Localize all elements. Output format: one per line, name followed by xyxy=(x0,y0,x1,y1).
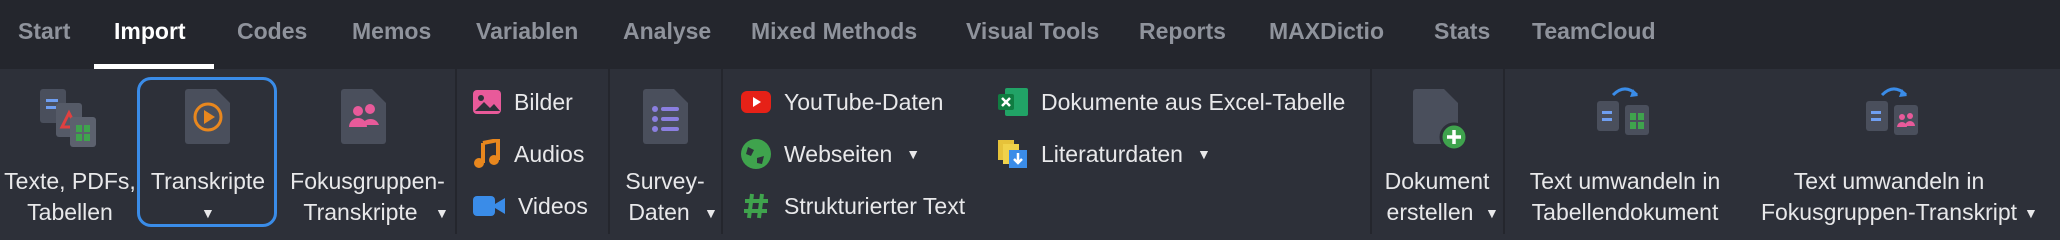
tab-variablen[interactable]: Variablen xyxy=(476,18,578,45)
tab-maxdictio[interactable]: MAXDictio xyxy=(1269,18,1384,45)
group-separator xyxy=(455,69,457,234)
dokument-label-line2: erstellen xyxy=(1386,199,1474,225)
focus-group-icon xyxy=(341,89,386,144)
audios-label: Audios xyxy=(514,140,585,167)
convert-to-table-icon xyxy=(1597,87,1649,135)
strukturiert-label: Strukturierter Text xyxy=(784,192,966,219)
tab-start[interactable]: Start xyxy=(18,18,70,45)
import-fokusgruppen-button[interactable]: Fokusgruppen- Transkripte ▼ xyxy=(280,69,455,234)
dokument-label-line1: Dokument xyxy=(1384,168,1490,194)
import-webseiten-button[interactable]: Webseiten ▼ xyxy=(740,134,920,174)
fokus-label-line1: Fokusgruppen- xyxy=(290,168,445,194)
import-strukturiert-button[interactable]: Strukturierter Text xyxy=(742,186,965,226)
ribbon-tab-bar: Start Import Codes Memos Variablen Analy… xyxy=(0,0,2060,69)
import-survey-button[interactable]: Survey- Daten ▼ xyxy=(610,69,720,234)
fokus-label-line2: Transkripte xyxy=(303,199,418,225)
tab-stats[interactable]: Stats xyxy=(1434,18,1490,45)
selected-button-focus-ring xyxy=(137,77,277,227)
tab-reports[interactable]: Reports xyxy=(1139,18,1226,45)
tab-analyse[interactable]: Analyse xyxy=(623,18,711,45)
hash-icon xyxy=(744,193,768,219)
tab-mixed-methods[interactable]: Mixed Methods xyxy=(751,18,917,45)
literatur-label: Literaturdaten xyxy=(1041,140,1183,167)
import-texte-button[interactable]: Texte, PDFs, Tabellen xyxy=(0,69,140,234)
chevron-down-icon[interactable]: ▼ xyxy=(906,146,920,162)
group-separator xyxy=(721,69,723,234)
new-document-icon xyxy=(1413,89,1468,151)
umwandeln-tabelle-line1: Text umwandeln in xyxy=(1529,168,1721,194)
chevron-down-icon[interactable]: ▼ xyxy=(1485,205,1499,221)
tab-teamcloud[interactable]: TeamCloud xyxy=(1532,18,1656,45)
convert-to-focus-group-icon xyxy=(1866,87,1918,135)
chevron-down-icon[interactable]: ▼ xyxy=(704,205,718,221)
ribbon-panel: Texte, PDFs, Tabellen Transkripte ▼ Foku… xyxy=(0,69,2060,234)
youtube-icon xyxy=(741,91,771,113)
excel-label: Dokumente aus Excel-Tabelle xyxy=(1041,88,1346,115)
documents-icon xyxy=(40,89,96,147)
literature-icon xyxy=(998,140,1027,168)
texte-label-line2: Tabellen xyxy=(27,199,113,225)
import-videos-button[interactable]: Videos xyxy=(472,186,588,226)
chevron-down-icon[interactable]: ▼ xyxy=(435,205,449,221)
survey-list-icon xyxy=(643,89,688,144)
videos-label: Videos xyxy=(518,192,588,219)
umwandeln-tabelle-line2: Tabellendokument xyxy=(1531,199,1719,225)
tab-memos[interactable]: Memos xyxy=(352,18,431,45)
survey-label-line1: Survey- xyxy=(625,168,705,194)
web-globe-icon xyxy=(741,139,771,169)
import-literatur-button[interactable]: Literaturdaten ▼ xyxy=(997,134,1211,174)
webseiten-label: Webseiten xyxy=(784,140,893,167)
umwandeln-fokus-line1: Text umwandeln in xyxy=(1793,168,1985,194)
tab-import[interactable]: Import xyxy=(114,18,186,45)
tab-visual-tools[interactable]: Visual Tools xyxy=(966,18,1099,45)
tab-codes[interactable]: Codes xyxy=(237,18,307,45)
import-audios-button[interactable]: Audios xyxy=(472,134,584,174)
dokument-erstellen-button[interactable]: Dokument erstellen ▼ xyxy=(1372,69,1502,234)
chevron-down-icon[interactable]: ▼ xyxy=(2024,205,2038,221)
texte-label-line1: Texte, PDFs, xyxy=(4,168,136,194)
chevron-down-icon[interactable]: ▼ xyxy=(1197,146,1211,162)
umwandeln-fokus-button[interactable]: Text umwandeln in Fokusgruppen-Transkrip… xyxy=(1748,69,2038,234)
import-bilder-button[interactable]: Bilder xyxy=(472,82,573,122)
video-camera-icon xyxy=(473,196,505,216)
umwandeln-tabelle-button[interactable]: Text umwandeln in Tabellendokument xyxy=(1505,69,1745,234)
bilder-label: Bilder xyxy=(514,88,573,115)
import-youtube-button[interactable]: YouTube-Daten xyxy=(740,82,943,122)
survey-label-line2: Daten xyxy=(628,199,690,225)
image-icon xyxy=(473,90,501,114)
umwandeln-fokus-line2: Fokusgruppen-Transkript xyxy=(1760,199,2018,225)
excel-icon xyxy=(998,88,1028,116)
import-excel-button[interactable]: Dokumente aus Excel-Tabelle xyxy=(997,82,1345,122)
music-note-icon xyxy=(474,139,500,168)
youtube-label: YouTube-Daten xyxy=(784,88,944,115)
